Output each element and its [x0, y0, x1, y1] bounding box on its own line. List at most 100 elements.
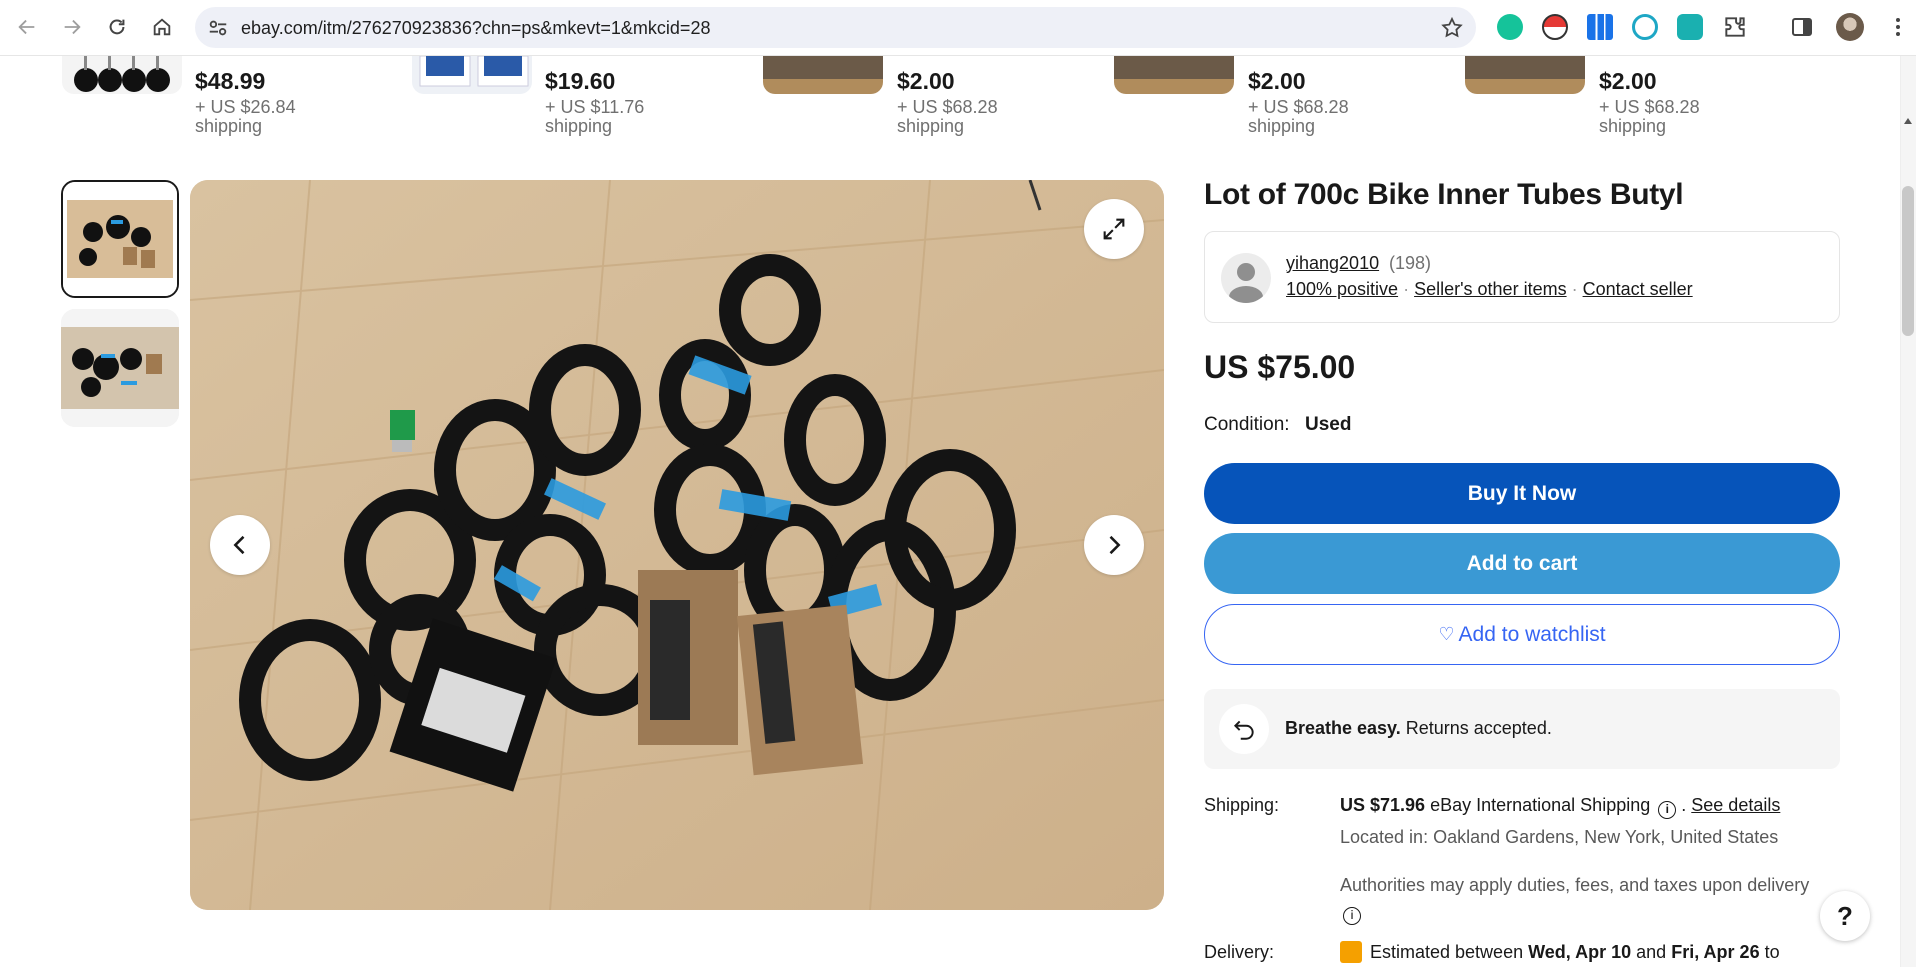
duties-notice: Authorities may apply duties, fees, and … — [1340, 872, 1810, 925]
shipping-cost: US $71.96 — [1340, 795, 1426, 815]
delivery-end-date: Fri, Apr 26 — [1671, 942, 1760, 962]
similar-item-shipping: + US $68.28 shipping — [1599, 97, 1700, 136]
next-image-button[interactable] — [1084, 515, 1144, 575]
thumbnail-photo — [63, 182, 177, 296]
delivery-start-date: Wed, Apr 10 — [1528, 942, 1632, 962]
flag-icon — [1340, 941, 1362, 963]
condition-value: Used — [1305, 414, 1352, 435]
site-settings-icon[interactable] — [207, 17, 229, 39]
scrollbar-thumb[interactable] — [1902, 186, 1914, 336]
reload-button[interactable] — [102, 12, 132, 42]
fullscreen-button[interactable] — [1084, 199, 1144, 259]
help-button[interactable]: ? — [1820, 891, 1870, 941]
similar-item-card[interactable]: $19.60 + US $11.76 shipping — [412, 56, 662, 136]
contact-seller-link[interactable]: Contact seller — [1583, 279, 1693, 299]
user-icon — [1229, 263, 1263, 303]
delivery-prefix: Estimated between — [1370, 942, 1524, 962]
seller-avatar[interactable] — [1221, 253, 1271, 303]
seller-name-link[interactable]: yihang2010 — [1286, 253, 1379, 274]
react-extension-icon[interactable] — [1632, 14, 1658, 40]
seller-other-items-link[interactable]: Seller's other items — [1414, 279, 1567, 299]
add-to-watchlist-button[interactable]: ♡ Add to watchlist — [1204, 604, 1840, 665]
info-icon[interactable]: i — [1658, 801, 1677, 819]
chevron-right-icon — [1109, 535, 1121, 555]
back-button[interactable] — [12, 12, 42, 42]
watchlist-label: Add to watchlist — [1458, 622, 1606, 646]
seller-card: yihang2010 (198) 100% positive · Seller's … — [1204, 231, 1840, 323]
returns-banner: Breathe easy. Returns accepted. — [1204, 689, 1840, 769]
home-icon — [153, 18, 171, 36]
url-text[interactable]: ebay.com/itm/276270923836?chn=ps&mkevt=1… — [241, 18, 710, 39]
bookmark-star-icon[interactable] — [1440, 16, 1464, 40]
separator-dot: · — [1571, 279, 1578, 299]
shipping-summary: US $71.96 eBay International Shipping i … — [1340, 795, 1780, 819]
item-location: Located in: Oakland Gardens, New York, U… — [1340, 827, 1779, 847]
delivery-estimate: Estimated between Wed, Apr 10 and Fri, A… — [1370, 942, 1780, 963]
similar-item-image[interactable] — [1465, 56, 1585, 94]
similar-item-image[interactable] — [62, 56, 182, 94]
address-bar[interactable]: ebay.com/itm/276270923836?chn=ps&mkevt=1… — [195, 7, 1476, 48]
similar-item-price: $2.00 — [1248, 68, 1306, 94]
buy-it-now-button[interactable]: Buy It Now — [1204, 463, 1840, 524]
return-arrow-icon — [1219, 704, 1269, 754]
shipping-method: eBay International Shipping — [1430, 795, 1651, 815]
thumbnail-1[interactable] — [61, 180, 179, 298]
menu-kebab-icon[interactable] — [1886, 14, 1910, 40]
returns-message: Returns accepted. — [1405, 718, 1552, 738]
seller-feedback-count: (198) — [1389, 253, 1432, 273]
arrow-left-icon — [18, 19, 35, 35]
similar-item-shipping: + US $68.28 shipping — [1248, 97, 1349, 136]
similar-item-price: $48.99 — [195, 68, 266, 94]
similar-item-photo — [74, 56, 170, 92]
arrow-right-icon — [64, 19, 81, 35]
returns-bold: Breathe easy. — [1285, 718, 1401, 738]
scroll-up-arrow-icon[interactable] — [1904, 118, 1912, 124]
extensions-puzzle-icon[interactable] — [1722, 14, 1748, 40]
listing-title: Lot of 700c Bike Inner Tubes Butyl — [1204, 178, 1684, 211]
similar-item-image[interactable] — [1114, 56, 1234, 94]
home-button[interactable] — [147, 12, 177, 42]
page-scrollbar[interactable] — [1900, 56, 1916, 967]
similar-item-price: $2.00 — [897, 68, 955, 94]
similar-item-price: $2.00 — [1599, 68, 1657, 94]
profile-avatar[interactable] — [1836, 13, 1864, 41]
similar-item-image[interactable] — [763, 56, 883, 94]
previous-image-button[interactable] — [210, 515, 270, 575]
similar-item-card[interactable]: $2.00 + US $68.28 shipping — [763, 56, 1013, 136]
info-icon[interactable]: i — [1343, 907, 1361, 925]
similar-item-card[interactable]: $2.00 + US $68.28 shipping — [1114, 56, 1364, 136]
thumbnail-photo — [61, 309, 179, 427]
seller-links: 100% positive · Seller's other items · Conta… — [1286, 279, 1693, 300]
teal-extension-icon[interactable] — [1677, 14, 1703, 40]
delivery-suffix: to — [1764, 942, 1780, 962]
side-panel-icon[interactable] — [1790, 15, 1814, 39]
positive-feedback-link[interactable]: 100% positive — [1286, 279, 1398, 299]
add-to-cart-button[interactable]: Add to cart — [1204, 533, 1840, 594]
forward-button[interactable] — [57, 12, 87, 42]
condition-label: Condition: — [1204, 414, 1290, 435]
shipping-label: Shipping: — [1204, 795, 1280, 815]
chevron-left-icon — [233, 535, 245, 555]
similar-item-shipping: + US $68.28 shipping — [897, 97, 998, 136]
separator-dot: · — [1403, 279, 1410, 299]
chart-extension-icon[interactable] — [1587, 14, 1613, 40]
similar-item-shipping: + US $26.84 shipping — [195, 97, 296, 136]
returns-text: Breathe easy. Returns accepted. — [1285, 718, 1552, 739]
similar-item-card[interactable]: $48.99 + US $26.84 shipping — [62, 56, 312, 136]
grammarly-extension-icon[interactable] — [1497, 14, 1523, 40]
item-price: US $75.00 — [1204, 349, 1356, 385]
thumbnail-2[interactable] — [61, 309, 179, 427]
similar-item-card[interactable]: $2.00 + US $68.28 shipping — [1465, 56, 1715, 136]
similar-item-photo — [419, 56, 529, 87]
similar-item-price: $19.60 — [545, 68, 616, 94]
main-product-image[interactable] — [190, 180, 1164, 910]
expand-icon — [1103, 218, 1125, 240]
browser-toolbar: ebay.com/itm/276270923836?chn=ps&mkevt=1… — [0, 0, 1916, 56]
duties-text: Authorities may apply duties, fees, and … — [1340, 875, 1810, 895]
heart-icon: ♡ — [1438, 624, 1455, 644]
reload-icon — [109, 19, 125, 35]
similar-item-shipping: + US $11.76 shipping — [545, 97, 645, 136]
see-details-link[interactable]: See details — [1691, 795, 1780, 815]
similar-item-image[interactable] — [412, 56, 532, 94]
pokeball-extension-icon[interactable] — [1542, 14, 1568, 40]
